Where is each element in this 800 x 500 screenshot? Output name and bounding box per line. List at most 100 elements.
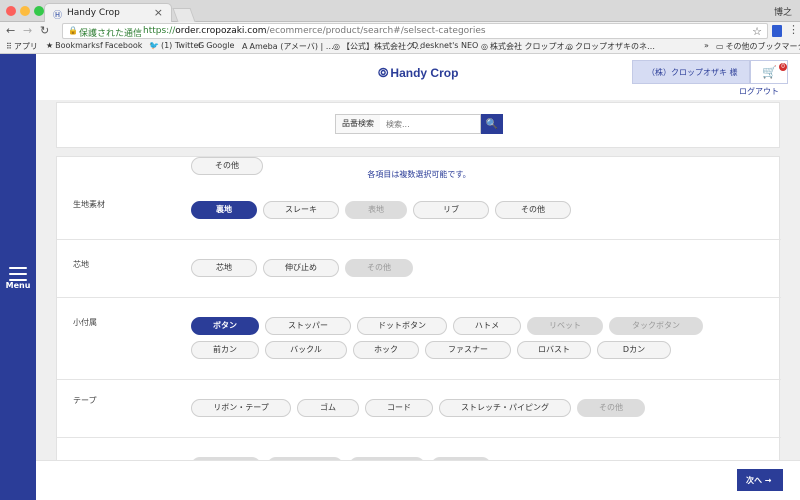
logout-link[interactable]: ログアウト bbox=[739, 86, 779, 97]
bookmark-item[interactable]: ◎ 株式会社 クロップオ… bbox=[481, 41, 573, 52]
tab-close-icon[interactable]: × bbox=[154, 6, 163, 19]
folder-icon: ▭ bbox=[716, 42, 724, 51]
bookmarks-bar: ⠿ アプリ ★ Bookmarks f Facebook 🐦 (1) Twitter G Goog… bbox=[0, 40, 800, 54]
category-chip[interactable]: ホック bbox=[353, 341, 419, 359]
cart-icon: 🛒 bbox=[762, 65, 777, 79]
category-chip[interactable]: その他 bbox=[495, 201, 571, 219]
category-chip[interactable]: その他 bbox=[191, 157, 263, 175]
category-divider bbox=[57, 297, 781, 298]
secure-connection-label: 保護された通信 bbox=[79, 29, 143, 39]
browser-toolbar: ← → ↻ 🔒 保護された通信 https://order.cropozaki.… bbox=[0, 22, 800, 40]
close-window-button[interactable] bbox=[6, 6, 16, 16]
category-divider bbox=[57, 239, 781, 240]
category-chip[interactable]: ハトメ bbox=[453, 317, 521, 335]
bookmark-icon: A bbox=[242, 42, 248, 51]
cart-button[interactable]: 🛒 0 bbox=[750, 60, 788, 84]
next-button[interactable]: 次へ → bbox=[737, 469, 783, 491]
bookmark-icon: 🐦 bbox=[149, 41, 159, 50]
category-chip[interactable]: リブ bbox=[413, 201, 489, 219]
category-chip[interactable]: 前カン bbox=[191, 341, 259, 359]
category-label: 芯地 bbox=[73, 260, 89, 269]
search-panel: 品番検索 🔍 bbox=[56, 102, 780, 148]
footer-bar: 次へ → bbox=[36, 460, 800, 500]
bookmark-icon: f bbox=[100, 41, 103, 50]
bookmark-icon: G bbox=[198, 41, 205, 50]
category-chip[interactable]: ストレッチ・パイピング bbox=[439, 399, 571, 417]
bookmark-label: Facebook bbox=[104, 41, 143, 50]
category-chip[interactable]: Dカン bbox=[597, 341, 671, 359]
tab-title: Handy Crop bbox=[67, 8, 120, 18]
new-tab-button[interactable] bbox=[172, 8, 196, 22]
bookmark-label: Ameba (アメーバ) | … bbox=[249, 42, 334, 51]
address-bar[interactable]: 🔒 保護された通信 https://order.cropozaki.com/ec… bbox=[62, 23, 768, 39]
category-chip[interactable]: コード bbox=[365, 399, 433, 417]
browser-menu-icon[interactable]: ⋮ bbox=[788, 23, 799, 36]
favicon-icon: Ⓗ bbox=[53, 11, 63, 21]
lock-icon: 🔒 bbox=[68, 26, 78, 35]
category-chip[interactable]: ロバスト bbox=[517, 341, 591, 359]
category-chip: リベット bbox=[527, 317, 603, 335]
category-divider bbox=[57, 437, 781, 438]
category-chip: タックボタン bbox=[609, 317, 703, 335]
category-divider bbox=[57, 379, 781, 380]
category-chip: その他 bbox=[345, 259, 413, 277]
bookmark-icon: ◎ bbox=[566, 42, 573, 51]
bookmark-item[interactable]: G Google bbox=[198, 41, 234, 50]
category-chip[interactable]: ファスナー bbox=[425, 341, 511, 359]
category-chip[interactable]: 裏地 bbox=[191, 201, 257, 219]
category-chip[interactable]: ゴム bbox=[297, 399, 359, 417]
bookmark-item[interactable]: ◎ クロップオザキのネ… bbox=[566, 41, 655, 52]
bookmark-label: Bookmarks bbox=[55, 41, 100, 50]
category-chip[interactable]: 芯地 bbox=[191, 259, 257, 277]
extension-icon[interactable] bbox=[772, 25, 782, 37]
maximize-window-button[interactable] bbox=[34, 6, 44, 16]
category-chip[interactable]: ストッパー bbox=[265, 317, 351, 335]
browser-user-name[interactable]: 博之 bbox=[774, 5, 792, 18]
bookmark-item[interactable]: ⠿ アプリ bbox=[6, 41, 38, 52]
minimize-window-button[interactable] bbox=[20, 6, 30, 16]
browser-tab[interactable]: Ⓗ Handy Crop × bbox=[44, 3, 172, 22]
bookmark-label: (1) Twitter bbox=[160, 41, 202, 50]
category-label: テープ bbox=[73, 396, 97, 405]
multi-select-notice: 各項目は複数選択可能です。 bbox=[367, 170, 471, 179]
page: Menu ⦾ Handy Crop （株）クロップオザキ 様 🛒 0 ログアウト … bbox=[0, 54, 800, 500]
category-chip: 表地 bbox=[345, 201, 407, 219]
bookmark-item[interactable]: 🐦 (1) Twitter bbox=[149, 41, 202, 50]
category-chip[interactable]: ドットボタン bbox=[357, 317, 447, 335]
menu-label[interactable]: Menu bbox=[0, 281, 36, 290]
handy-crop-logo[interactable]: ⦾ Handy Crop bbox=[378, 65, 458, 81]
category-label: 生地素材 bbox=[73, 200, 105, 209]
bookmark-item[interactable]: f Facebook bbox=[100, 41, 142, 50]
category-chip[interactable]: スレーキ bbox=[263, 201, 339, 219]
logo-mark-icon: ⦾ bbox=[378, 65, 389, 80]
other-bookmarks-folder[interactable]: ▭ その他のブックマーク bbox=[716, 41, 800, 52]
bookmark-item[interactable]: Ddesknet's NEO bbox=[412, 41, 478, 50]
search-icon: 🔍 bbox=[485, 119, 499, 130]
bookmark-icon: ⠿ bbox=[6, 42, 12, 51]
bookmark-item[interactable]: ★ Bookmarks bbox=[46, 41, 100, 50]
reload-icon[interactable]: ↻ bbox=[40, 24, 49, 37]
category-chip[interactable]: リボン・テープ bbox=[191, 399, 291, 417]
bookmark-star-icon[interactable]: ☆ bbox=[752, 25, 762, 38]
bookmarks-overflow-icon[interactable]: » bbox=[704, 41, 709, 50]
bookmark-label: Google bbox=[206, 41, 235, 50]
category-chip[interactable]: バックル bbox=[265, 341, 347, 359]
bookmark-label: 【公式】株式会社ク… bbox=[341, 42, 422, 51]
bookmark-item[interactable]: ◎ 【公式】株式会社ク… bbox=[333, 41, 422, 52]
bookmark-label: アプリ bbox=[13, 42, 38, 51]
account-name[interactable]: （株）クロップオザキ 様 bbox=[632, 60, 750, 84]
site-header: ⦾ Handy Crop （株）クロップオザキ 様 🛒 0 ログアウト bbox=[36, 54, 800, 100]
sidebar[interactable]: Menu bbox=[0, 54, 36, 500]
forward-arrow-icon[interactable]: → bbox=[23, 24, 32, 37]
category-chip[interactable]: 伸び止め bbox=[263, 259, 339, 277]
search-button[interactable]: 🔍 bbox=[481, 114, 503, 134]
back-arrow-icon[interactable]: ← bbox=[6, 24, 15, 37]
category-chip: その他 bbox=[577, 399, 645, 417]
url-text: https://order.cropozaki.com/ecommerce/pr… bbox=[143, 26, 486, 36]
search-input[interactable] bbox=[380, 114, 481, 134]
bookmark-item[interactable]: A Ameba (アメーバ) | … bbox=[242, 41, 334, 52]
category-chip[interactable]: ボタン bbox=[191, 317, 259, 335]
bookmark-label: 株式会社 クロップオ… bbox=[489, 42, 573, 51]
other-bookmarks-label: その他のブックマーク bbox=[725, 42, 800, 51]
browser-tabstrip: Ⓗ Handy Crop × 博之 bbox=[0, 0, 800, 22]
